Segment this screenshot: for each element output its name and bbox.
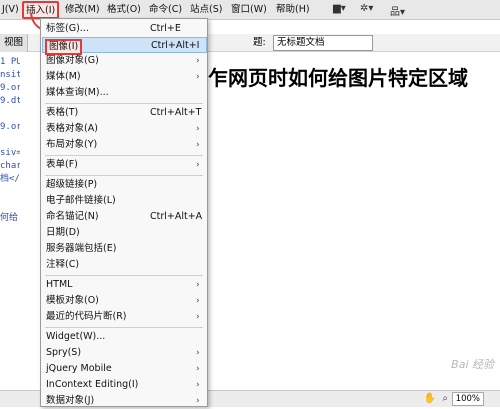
menu-item-table-objects[interactable]: 表格对象(A) › <box>42 121 207 137</box>
menu-item-label: 服务器端包括(E) <box>46 243 117 254</box>
menu-item-label: jQuery Mobile <box>46 363 112 374</box>
code-line: 9.or <box>0 122 20 132</box>
menu-item-label: 最近的代码片断(R) <box>46 311 127 322</box>
menu-item-label: 布局对象(Y) <box>46 139 98 150</box>
sitemap-icon[interactable]: 品▾ <box>390 3 405 18</box>
menu-site[interactable]: 站点(S) <box>190 0 222 20</box>
menu-item-label: 媒体查询(M)... <box>46 87 109 98</box>
menu-item-label: 命名锚记(N) <box>46 211 99 222</box>
menu-separator <box>45 327 203 328</box>
menu-item-shortcut: Ctrl+Alt+A <box>150 211 203 222</box>
menu-item-jquery-mobile[interactable]: jQuery Mobile › <box>42 361 207 377</box>
code-line: siv= <box>0 148 20 158</box>
submenu-arrow-icon: › <box>196 380 200 390</box>
code-line: 何给 <box>0 213 19 223</box>
code-line: 1 PU <box>0 57 20 67</box>
menu-command[interactable]: 命令(C) <box>149 0 182 20</box>
menu-format[interactable]: 格式(O) <box>107 0 141 20</box>
menu-item-media[interactable]: 媒体(M) › <box>42 69 207 85</box>
layout-icon[interactable]: ▆▾ <box>333 3 346 17</box>
menu-item-label: InContext Editing(I) <box>46 379 139 390</box>
code-line: 9.dtd <box>0 96 20 106</box>
menu-item-label: 表格对象(A) <box>46 123 98 134</box>
code-line: char <box>0 161 20 171</box>
menu-item-email-link[interactable]: 电子邮件链接(L) <box>42 193 207 209</box>
menu-item-media-query[interactable]: 媒体查询(M)... <box>42 85 207 101</box>
menu-item-image-objects[interactable]: 图像对象(G) › <box>42 53 207 69</box>
submenu-arrow-icon: › <box>196 124 200 134</box>
menu-separator <box>45 275 203 276</box>
submenu-arrow-icon: › <box>196 312 200 322</box>
menu-item-html[interactable]: HTML › <box>42 277 207 293</box>
submenu-arrow-icon: › <box>196 364 200 374</box>
submenu-arrow-icon: › <box>196 140 200 150</box>
code-line: 9.or <box>0 83 20 93</box>
menu-item-shortcut: Ctrl+Alt+T <box>150 107 202 118</box>
menu-item-form[interactable]: 表单(F) › <box>42 157 207 173</box>
menu-item-image[interactable]: 图像(I) Ctrl+Alt+I <box>42 37 207 55</box>
title-label: 题: <box>253 37 266 48</box>
menu-item-label: 注释(C) <box>46 259 80 270</box>
gear-icon[interactable]: ✲▾ <box>360 3 373 17</box>
page-headline: 乍网页时如何给图片特定区域 <box>208 66 468 90</box>
menu-bar: J(V) 插入(I) 修改(M) 格式(O) 命令(C) 站点(S) 窗口(W)… <box>0 0 500 20</box>
title-input[interactable]: 无标题文档 <box>273 35 373 51</box>
menu-item-hyperlink[interactable]: 超级链接(P) <box>42 177 207 193</box>
menu-item-comment[interactable]: 注释(C) <box>42 257 207 273</box>
menu-item-named-anchor[interactable]: 命名锚记(N) Ctrl+Alt+A <box>42 209 207 225</box>
menu-help[interactable]: 帮助(H) <box>276 0 310 20</box>
menu-item-spry[interactable]: Spry(S) › <box>42 345 207 361</box>
code-line: nsit <box>0 70 20 80</box>
menu-item-incontext-editing[interactable]: InContext Editing(I) › <box>42 377 207 393</box>
menu-item-label: 媒体(M) <box>46 71 81 82</box>
insert-menu-dropdown: 标签(G)... Ctrl+E 图像(I) Ctrl+Alt+I 图像对象(G)… <box>40 18 208 407</box>
menu-separator <box>45 175 203 176</box>
menu-item-table[interactable]: 表格(T) Ctrl+Alt+T <box>42 105 207 121</box>
menu-modify[interactable]: 修改(M) <box>65 0 100 20</box>
menu-item-template-objects[interactable]: 模板对象(O) › <box>42 293 207 309</box>
submenu-arrow-icon: › <box>196 160 200 170</box>
code-view[interactable]: 1 PU nsit 9.or 9.dtd 9.or siv= char 档</ … <box>0 56 20 225</box>
menu-item-label: 日期(D) <box>46 227 80 238</box>
zoom-tool-icon[interactable]: ⌕ <box>442 393 448 404</box>
submenu-arrow-icon: › <box>196 56 200 66</box>
menu-item-widget[interactable]: Widget(W)... <box>42 329 207 345</box>
submenu-arrow-icon: › <box>196 72 200 82</box>
menu-item-label: 模板对象(O) <box>46 295 99 306</box>
menu-item-label: 超级链接(P) <box>46 179 98 190</box>
menu-item-shortcut: Ctrl+E <box>150 23 181 34</box>
menu-separator <box>45 155 203 156</box>
code-line: 档</ <box>0 174 20 184</box>
submenu-arrow-icon: › <box>196 348 200 358</box>
menu-item-label: 表单(F) <box>46 159 78 170</box>
menu-item-recent-snippets[interactable]: 最近的代码片断(R) › <box>42 309 207 325</box>
menu-item-label: 图像对象(G) <box>46 55 99 66</box>
hand-tool-icon[interactable]: ✋ <box>424 393 436 404</box>
menu-separator <box>45 103 203 104</box>
menu-item-server-side-include[interactable]: 服务器端包括(E) <box>42 241 207 257</box>
menu-item-label: Widget(W)... <box>46 331 106 342</box>
menu-item-tag[interactable]: 标签(G)... Ctrl+E <box>42 21 207 37</box>
menu-item-label: HTML <box>46 279 73 290</box>
menu-item-label: 标签(G)... <box>46 23 89 34</box>
menu-item-shortcut: Ctrl+Alt+I <box>151 40 200 51</box>
menu-item-date[interactable]: 日期(D) <box>42 225 207 241</box>
zoom-select[interactable]: 100% <box>451 392 484 406</box>
menu-item-label: 电子邮件链接(L) <box>46 195 116 206</box>
submenu-arrow-icon: › <box>196 280 200 290</box>
tab-view[interactable]: 视图 <box>0 34 29 52</box>
watermark: Bai 经验 <box>451 358 494 371</box>
menu-item-label: 表格(T) <box>46 107 79 118</box>
menu-item-layout-objects[interactable]: 布局对象(Y) › <box>42 137 207 153</box>
submenu-arrow-icon: › <box>196 296 200 306</box>
menu-view[interactable]: J(V) <box>2 0 19 20</box>
menu-item-label: Spry(S) <box>46 347 82 358</box>
menu-window[interactable]: 窗口(W) <box>231 0 267 20</box>
